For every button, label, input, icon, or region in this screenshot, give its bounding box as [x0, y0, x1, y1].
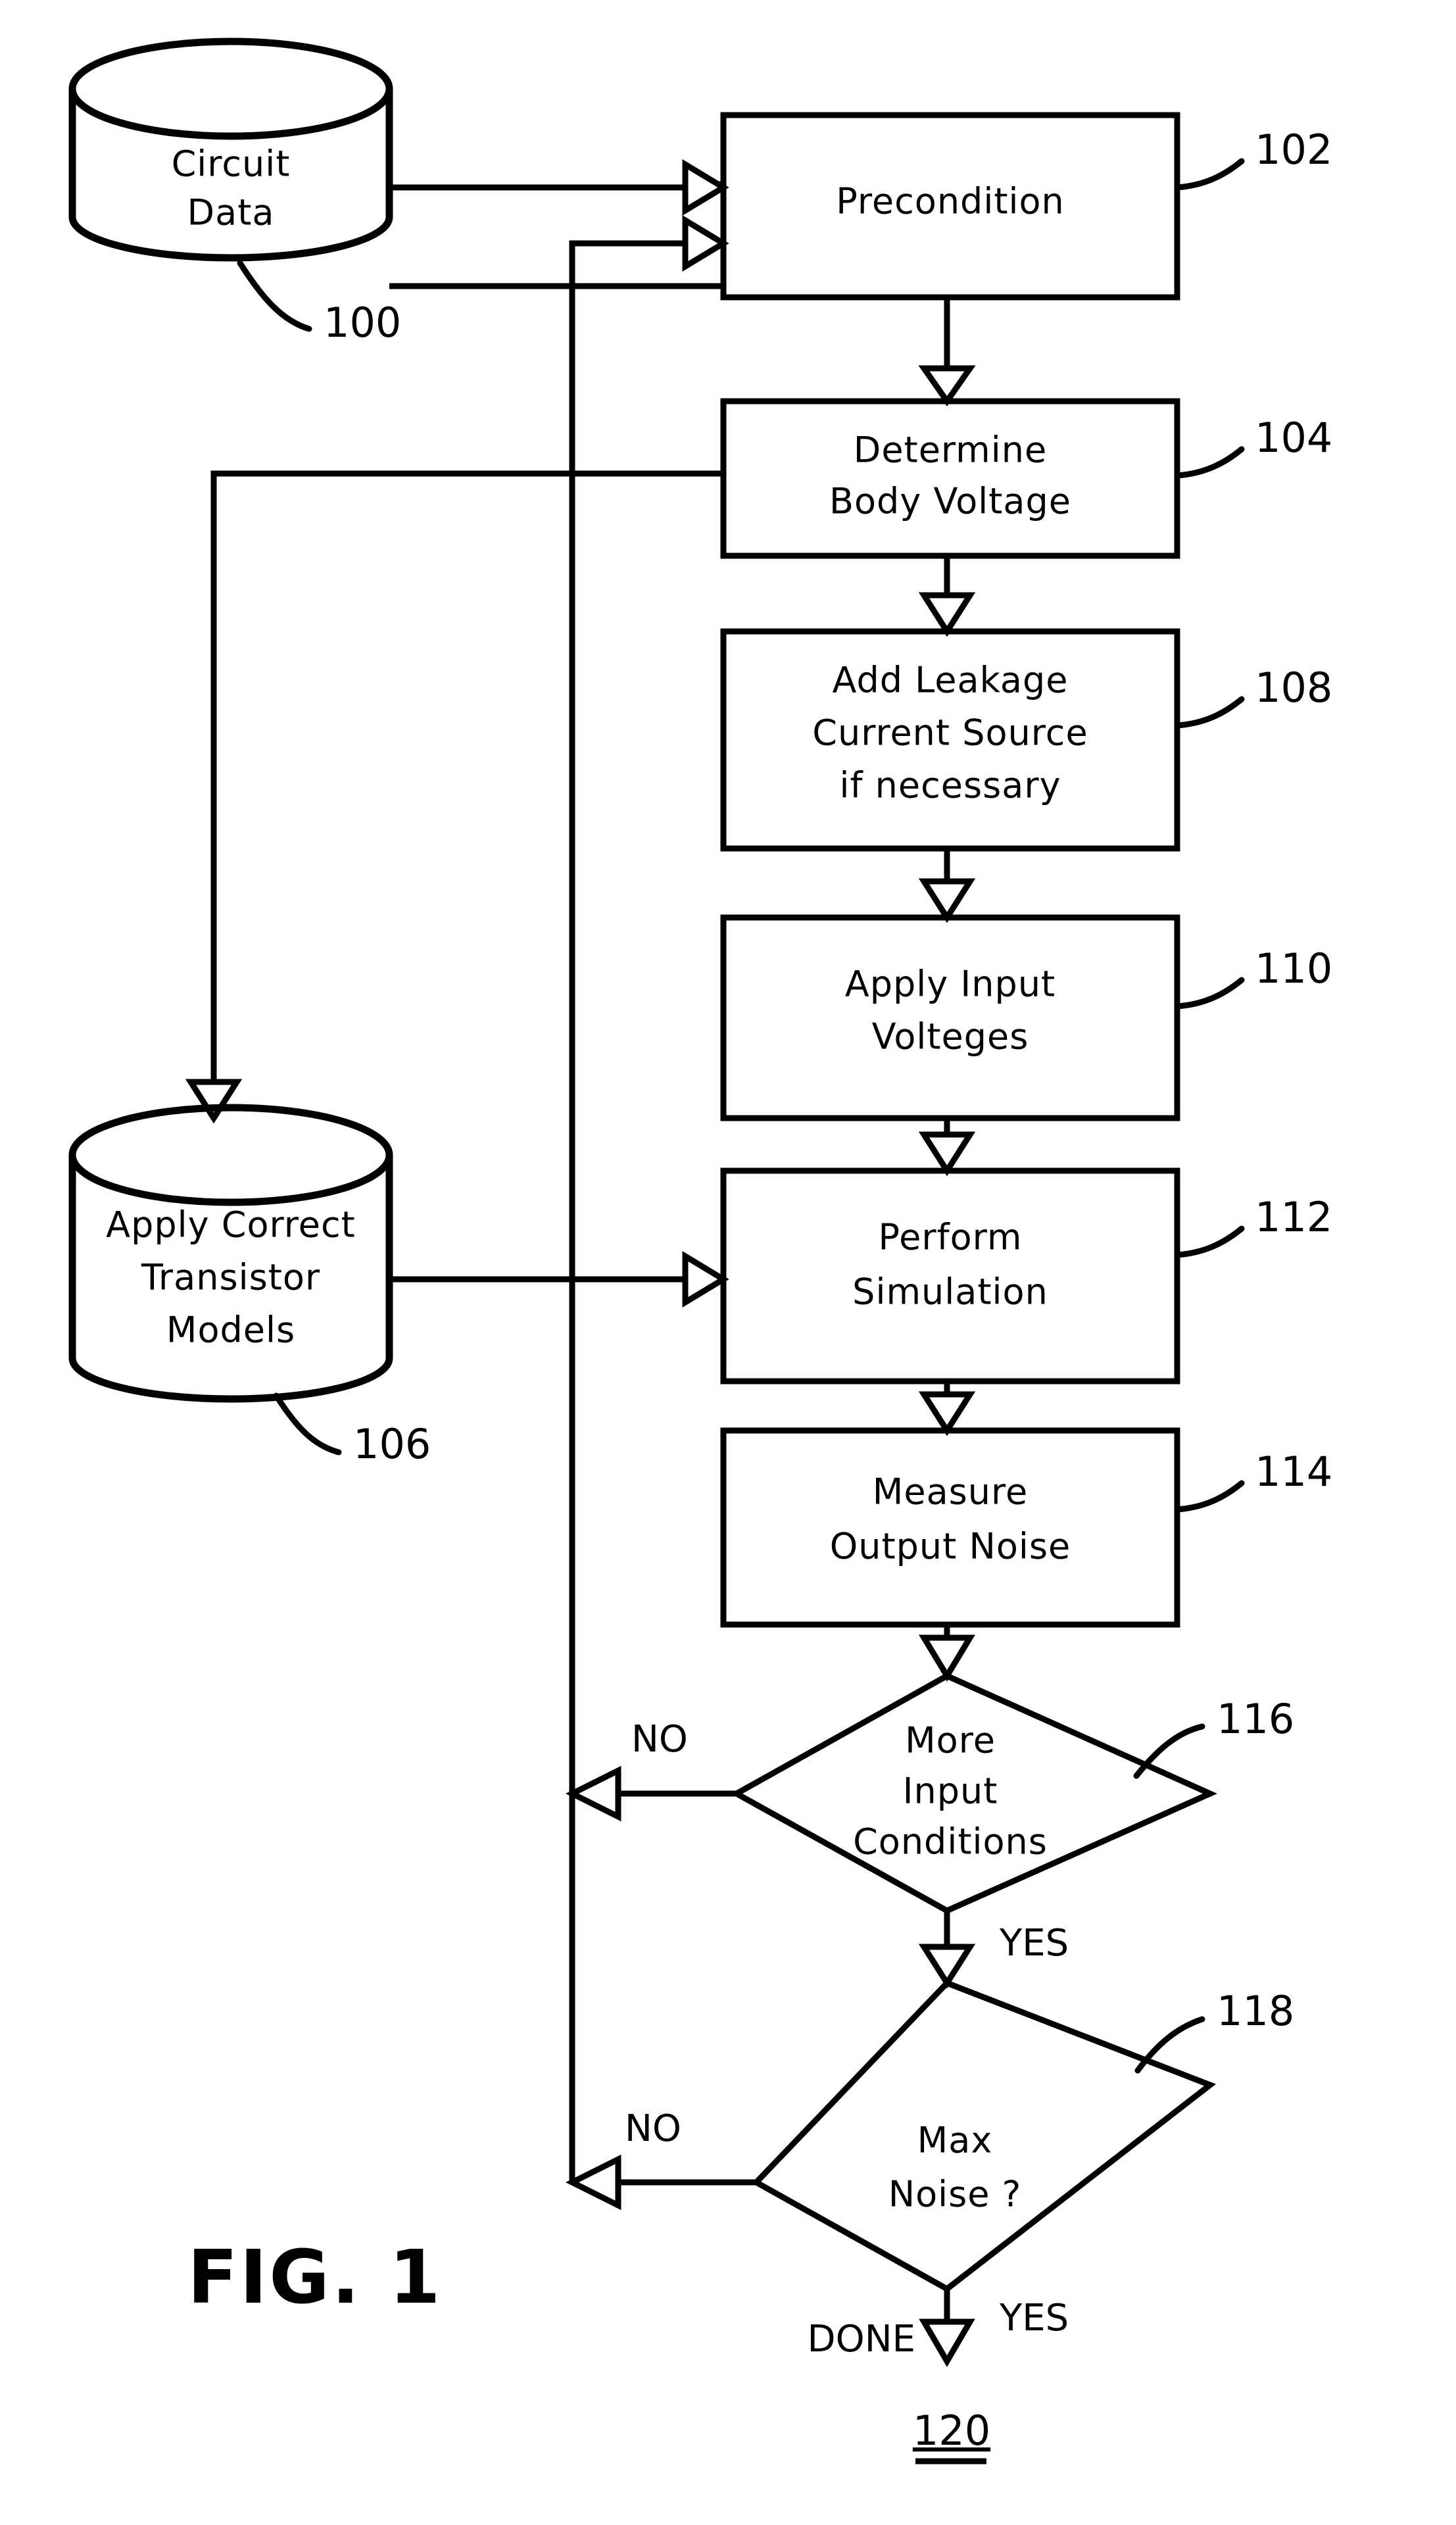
process-box-104 — [720, 398, 1180, 559]
node-label-106-line2: Transistor — [141, 1257, 320, 1298]
ref-number-102: 102 — [1255, 126, 1332, 174]
branch-label-118-yes: YES — [999, 2297, 1069, 2340]
flowchart-canvas: Circuit Data 100 Precondition 102 Determ… — [68, 37, 1332, 2464]
node-label-118-line2: Noise ? — [888, 2174, 1022, 2215]
node-label-114-line2: Output Noise — [830, 1526, 1071, 1567]
node-label-110-line1: Apply Input — [845, 964, 1056, 1005]
leader-line-102 — [1174, 158, 1245, 191]
node-measure-output-noise[interactable]: Measure Output Noise 114 — [720, 1427, 1332, 1628]
ref-number-114: 114 — [1255, 1448, 1332, 1496]
node-label-112-line2: Simulation — [852, 1271, 1048, 1313]
node-label-110-line2: Volteges — [872, 1016, 1029, 1058]
ref-number-110: 110 — [1255, 944, 1332, 993]
feedback-trunk — [569, 240, 685, 2182]
done-label: DONE — [808, 2318, 915, 2361]
node-label-114-line1: Measure — [873, 1471, 1029, 1513]
arrowhead-into-106 — [185, 1079, 243, 1124]
branch-label-116-no: NO — [631, 1718, 688, 1761]
node-label-circuit-data-line1: Circuit — [172, 143, 291, 185]
node-max-noise[interactable]: Max Noise ? 118 — [751, 1979, 1294, 2293]
leader-line-118 — [1134, 2016, 1205, 2074]
ref-number-116: 116 — [1217, 1695, 1294, 1743]
leader-line-108 — [1174, 696, 1245, 729]
node-label-circuit-data-line2: Data — [187, 192, 275, 233]
node-add-leakage[interactable]: Add Leakage Current Source if necessary … — [720, 628, 1332, 852]
node-label-106-line3: Models — [166, 1310, 295, 1351]
connector-104-to-106 — [210, 470, 723, 1082]
connector-circuit-data-to-precondition — [389, 181, 727, 289]
node-apply-input-voltages[interactable]: Apply Input Volteges 110 — [720, 914, 1332, 1121]
node-label-108-line3: if necessary — [839, 765, 1061, 806]
arrowhead-into-110 — [918, 878, 976, 923]
leader-line-104 — [1174, 446, 1245, 479]
branch-label-118-no: NO — [625, 2107, 681, 2150]
node-label-108-line2: Current Source — [812, 712, 1088, 754]
node-label-116-line1: More — [905, 1720, 996, 1761]
node-label-116-line2: Input — [903, 1771, 998, 1812]
cylinder-top-100 — [68, 37, 393, 140]
leader-line-112 — [1174, 1225, 1245, 1258]
arrowhead-into-114 — [918, 1391, 976, 1436]
node-label-104-line1: Determine — [854, 429, 1048, 471]
node-label-106-line1: Apply Correct — [106, 1204, 356, 1246]
node-label-112-line1: Perform — [879, 1217, 1023, 1258]
arrowhead-into-precondition-feedback — [682, 215, 729, 272]
node-more-input-conditions[interactable]: More Input Conditions 116 — [730, 1672, 1294, 1915]
ref-number-104: 104 — [1255, 414, 1332, 462]
ref-number-120: 120 — [913, 2407, 990, 2455]
node-circuit-data[interactable]: Circuit Data 100 — [68, 37, 401, 347]
leader-line-100 — [237, 260, 312, 332]
node-label-108-line1: Add Leakage — [832, 660, 1068, 701]
node-transistor-models[interactable]: Apply Correct Transistor Models 106 — [68, 1104, 431, 1468]
leader-line-114 — [1174, 1480, 1245, 1513]
ref-number-112: 112 — [1255, 1193, 1332, 1241]
arrowhead-into-118 — [918, 1944, 976, 1989]
node-label-118-line1: Max — [917, 2120, 993, 2161]
node-end-120: 120 — [913, 2407, 990, 2464]
figure-page: Circuit Data 100 Precondition 102 Determ… — [0, 0, 1456, 2525]
arrowhead-into-112 — [918, 1131, 976, 1177]
arrowhead-into-precondition-top — [682, 159, 729, 216]
figure-label: FIG. 1 — [187, 2235, 443, 2320]
node-perform-simulation[interactable]: Perform Simulation 112 — [720, 1167, 1332, 1385]
leader-line-106 — [273, 1392, 342, 1456]
node-label-104-line2: Body Voltage — [829, 481, 1071, 522]
ref-number-118: 118 — [1217, 1987, 1294, 2035]
leader-line-116 — [1133, 1723, 1205, 1779]
arrowhead-into-112-left — [682, 1251, 729, 1308]
node-label-precondition: Precondition — [836, 181, 1065, 222]
ref-number-100: 100 — [324, 299, 401, 347]
arrowhead-into-104 — [918, 365, 976, 406]
leader-line-110 — [1174, 977, 1245, 1010]
arrowhead-into-108 — [918, 592, 976, 637]
arrowhead-into-116 — [919, 1634, 975, 1682]
arrowhead-118-no — [565, 2154, 621, 2211]
node-determine-body-voltage[interactable]: Determine Body Voltage 104 — [720, 398, 1332, 559]
branch-label-116-yes: YES — [999, 1922, 1069, 1965]
node-precondition[interactable]: Precondition 102 — [720, 112, 1332, 301]
cylinder-top-106 — [68, 1104, 393, 1206]
ref-number-108: 108 — [1255, 664, 1332, 712]
ref-number-106: 106 — [353, 1420, 431, 1468]
arrowhead-into-done — [919, 2318, 975, 2367]
arrowhead-116-no — [565, 1765, 621, 1822]
node-label-116-line3: Conditions — [853, 1821, 1048, 1863]
